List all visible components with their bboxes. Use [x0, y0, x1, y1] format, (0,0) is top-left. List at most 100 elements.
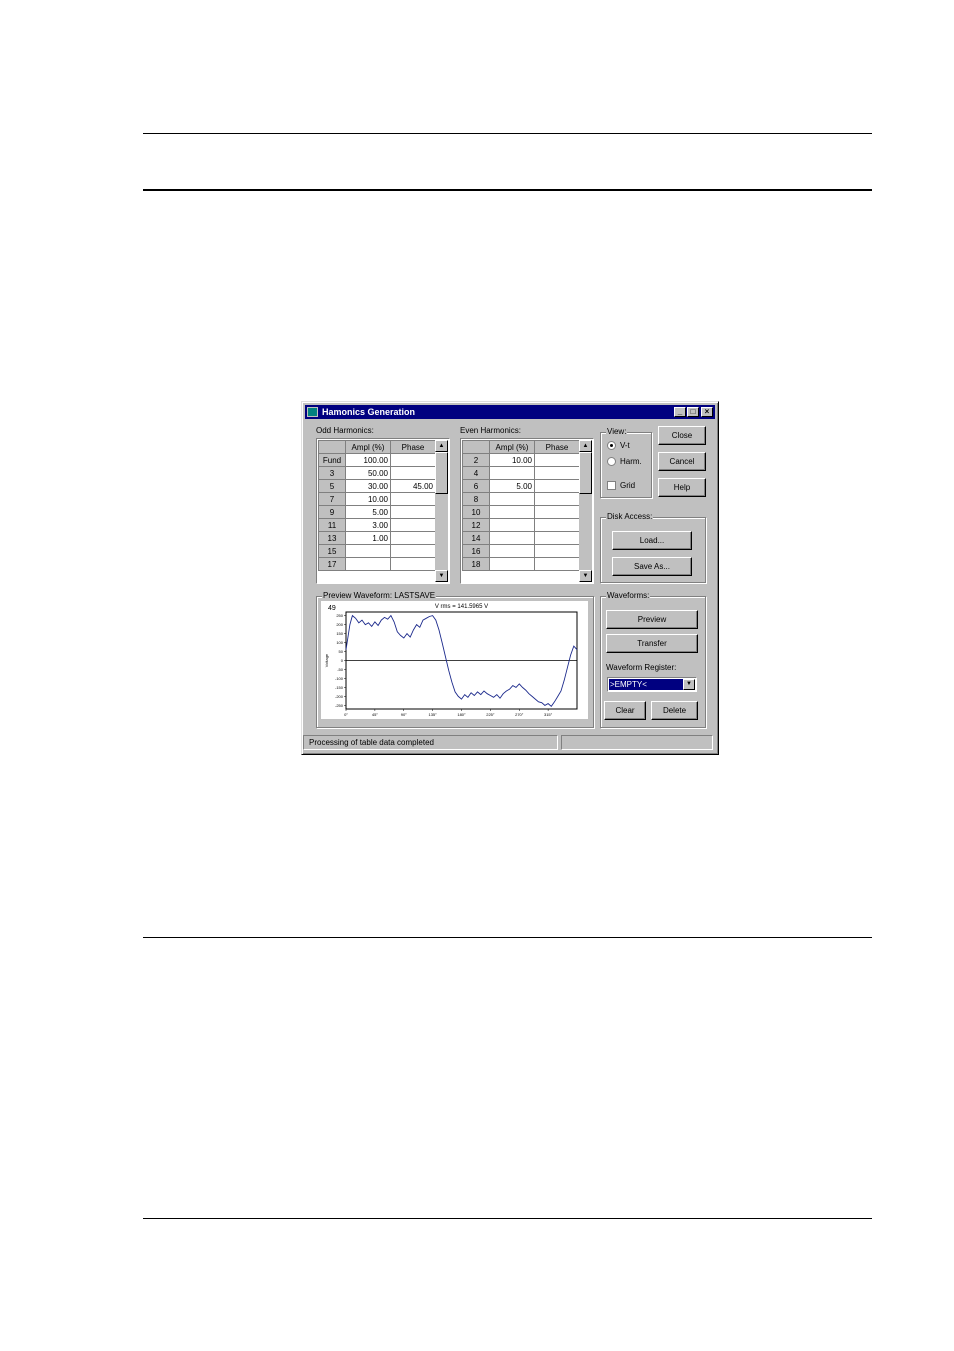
- table-row[interactable]: 11 3.00: [318, 518, 436, 532]
- phase-cell[interactable]: [390, 505, 436, 519]
- ampl-cell[interactable]: [489, 466, 535, 480]
- phase-cell[interactable]: [390, 544, 436, 558]
- ampl-cell[interactable]: [489, 557, 535, 571]
- grid-checkbox[interactable]: [607, 481, 616, 490]
- even-harmonics-grid[interactable]: Ampl (%) Phase 2 10.00 4 6 5.00 8 10 12 14 16 18 ▲…: [460, 438, 594, 584]
- even-scrollbar[interactable]: ▲ ▼: [579, 440, 592, 582]
- y-tick-label: 100: [336, 640, 343, 645]
- phase-cell[interactable]: [390, 531, 436, 545]
- table-row[interactable]: 10: [462, 505, 580, 519]
- table-row[interactable]: 3 50.00: [318, 466, 436, 480]
- table-row[interactable]: 16: [462, 544, 580, 558]
- table-row[interactable]: 2 10.00: [462, 453, 580, 467]
- scroll-down-icon[interactable]: ▼: [435, 570, 448, 582]
- table-row[interactable]: 9 5.00: [318, 505, 436, 519]
- ampl-cell[interactable]: [489, 531, 535, 545]
- waveform-register-select[interactable]: >EMPTY< ▼: [607, 677, 697, 692]
- scroll-down-icon[interactable]: ▼: [579, 570, 592, 582]
- harmonic-order: 18: [462, 557, 490, 571]
- help-button[interactable]: Help: [658, 478, 706, 497]
- scroll-thumb[interactable]: [579, 452, 592, 494]
- scroll-up-icon[interactable]: ▲: [435, 440, 448, 452]
- table-row[interactable]: 8: [462, 492, 580, 506]
- minimize-button[interactable]: _: [674, 407, 686, 417]
- table-row[interactable]: 17: [318, 557, 436, 571]
- transfer-button[interactable]: Transfer: [606, 634, 698, 653]
- scroll-up-icon[interactable]: ▲: [579, 440, 592, 452]
- table-row[interactable]: 6 5.00: [462, 479, 580, 493]
- phase-cell[interactable]: 45.00: [390, 479, 436, 493]
- y-tick-label: 250: [336, 613, 343, 618]
- waveform-register-value: >EMPTY<: [609, 679, 683, 690]
- harmonic-order: 15: [318, 544, 346, 558]
- ampl-cell[interactable]: [489, 505, 535, 519]
- app-icon: [307, 407, 318, 417]
- table-row[interactable]: Fund 100.00: [318, 453, 436, 467]
- phase-cell[interactable]: [534, 505, 580, 519]
- view-vt-label: V-t: [620, 441, 630, 450]
- table-row[interactable]: 12: [462, 518, 580, 532]
- table-row[interactable]: 13 1.00: [318, 531, 436, 545]
- ampl-cell[interactable]: [345, 544, 391, 558]
- y-tick-label: 200: [336, 622, 343, 627]
- table-row[interactable]: 5 30.00 45.00: [318, 479, 436, 493]
- y-tick-label: -200: [335, 694, 344, 699]
- cancel-button[interactable]: Cancel: [658, 452, 706, 471]
- odd-harmonics-grid[interactable]: Ampl (%) Phase Fund 100.00 3 50.00 5 30.00 45.…: [316, 438, 450, 584]
- ampl-cell[interactable]: 30.00: [345, 479, 391, 493]
- phase-cell[interactable]: [534, 518, 580, 532]
- view-harm-radio[interactable]: [607, 457, 616, 466]
- phase-cell[interactable]: [534, 453, 580, 467]
- table-row[interactable]: 14: [462, 531, 580, 545]
- ampl-cell[interactable]: 100.00: [345, 453, 391, 467]
- ampl-cell[interactable]: 5.00: [345, 505, 391, 519]
- maximize-button[interactable]: □: [687, 407, 699, 417]
- save-as-button[interactable]: Save As...: [612, 557, 692, 576]
- phase-cell[interactable]: [534, 479, 580, 493]
- x-tick-label: 225°: [486, 712, 495, 717]
- phase-cell[interactable]: [534, 492, 580, 506]
- ampl-cell[interactable]: [489, 492, 535, 506]
- phase-cell[interactable]: [390, 557, 436, 571]
- y-tick-label: -100: [335, 676, 344, 681]
- close-button[interactable]: Close: [658, 426, 706, 445]
- view-vt-radio[interactable]: [607, 441, 616, 450]
- ampl-cell[interactable]: [489, 544, 535, 558]
- close-window-button[interactable]: ×: [701, 407, 713, 417]
- table-row[interactable]: 18: [462, 557, 580, 571]
- harmonic-order: 3: [318, 466, 346, 480]
- preview-button[interactable]: Preview: [606, 610, 698, 629]
- y-tick-label: 50: [339, 649, 344, 654]
- phase-cell[interactable]: [534, 531, 580, 545]
- ampl-cell[interactable]: 10.00: [345, 492, 391, 506]
- chevron-down-icon[interactable]: ▼: [683, 679, 695, 690]
- phase-cell[interactable]: [534, 466, 580, 480]
- delete-button[interactable]: Delete: [651, 701, 698, 720]
- odd-scrollbar[interactable]: ▲ ▼: [435, 440, 448, 582]
- title-bar[interactable]: Hamonics Generation _ □ ×: [305, 405, 715, 419]
- scroll-thumb[interactable]: [435, 452, 448, 494]
- phase-cell[interactable]: [534, 557, 580, 571]
- phase-cell[interactable]: [390, 518, 436, 532]
- ampl-cell[interactable]: 50.00: [345, 466, 391, 480]
- ampl-cell[interactable]: 3.00: [345, 518, 391, 532]
- ampl-cell[interactable]: [489, 518, 535, 532]
- table-row[interactable]: 4: [462, 466, 580, 480]
- waveform-svg: V rms = 141.5965 V 49 Voltage 250 200 150 100 5…: [324, 604, 578, 717]
- phase-cell[interactable]: [390, 453, 436, 467]
- phase-cell[interactable]: [390, 492, 436, 506]
- load-button[interactable]: Load...: [612, 531, 692, 550]
- phase-cell[interactable]: [534, 544, 580, 558]
- ampl-cell[interactable]: 5.00: [489, 479, 535, 493]
- harmonic-order: 12: [462, 518, 490, 532]
- phase-cell[interactable]: [390, 466, 436, 480]
- ampl-cell[interactable]: 10.00: [489, 453, 535, 467]
- harmonic-order: 14: [462, 531, 490, 545]
- ampl-cell[interactable]: 1.00: [345, 531, 391, 545]
- table-row[interactable]: 7 10.00: [318, 492, 436, 506]
- table-row[interactable]: 15: [318, 544, 436, 558]
- clear-button[interactable]: Clear: [604, 701, 646, 720]
- y-tick-label: 150: [336, 631, 343, 636]
- ampl-cell[interactable]: [345, 557, 391, 571]
- view-harm-label: Harm.: [620, 457, 642, 466]
